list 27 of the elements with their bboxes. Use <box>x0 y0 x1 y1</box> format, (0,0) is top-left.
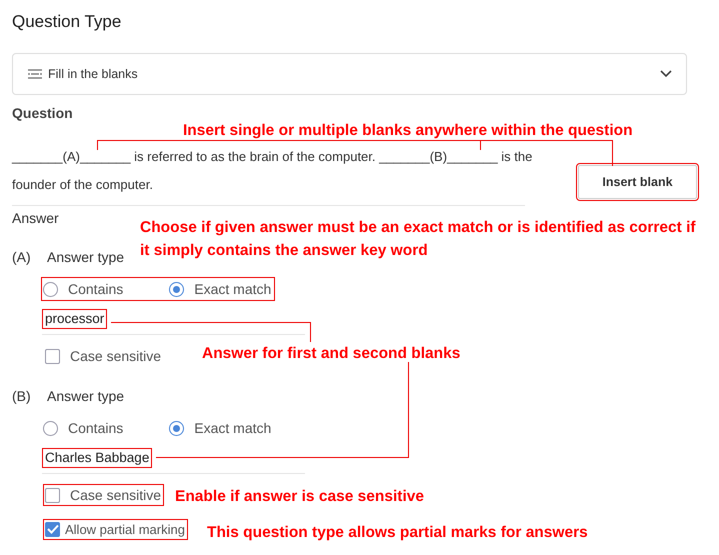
case-sensitive-checkbox[interactable]: Case sensitive <box>43 484 164 506</box>
question-type-dropdown[interactable]: Fill in the blanks <box>12 53 687 95</box>
answer-type-radio[interactable]: Contains <box>43 420 124 436</box>
checkmark-icon <box>46 524 58 534</box>
annotation-text: This question type allows partial marks for answers <box>207 523 588 543</box>
chevron-down-icon <box>660 70 672 78</box>
annotation-text: Answer for first and second blanks <box>202 344 460 364</box>
answer-field[interactable]: processor <box>42 309 108 329</box>
answer-type-radio[interactable]: Exact match <box>169 420 272 436</box>
case-sensitive-checkbox[interactable]: Case sensitive <box>43 345 164 367</box>
annotation-text: Choose if given answer must be an exact match or is identified as correct if it simply contains the answer key word <box>140 218 697 261</box>
fill-blank-icon <box>28 69 42 79</box>
answer-type-radio[interactable]: Contains <box>43 281 124 297</box>
annotation-text: Enable if answer is case sensitive <box>175 487 424 507</box>
answer-label: Answer <box>12 209 59 228</box>
answer-type-label: Answer type <box>47 387 124 406</box>
answer-type-radio[interactable]: Exact match <box>169 281 272 297</box>
annotation-text: Insert single or multiple blanks anywhere within the question <box>183 121 633 141</box>
blank-label: (A) <box>12 248 32 267</box>
insert-blank-button[interactable]: Insert blank <box>578 165 697 199</box>
answer-type-label: Answer type <box>47 248 124 267</box>
section-title: Question Type <box>12 11 122 33</box>
answer-field[interactable]: Charles Babbage <box>42 448 152 468</box>
question-label: Question <box>12 104 74 123</box>
partial-marking-checkbox[interactable]: Allow partial marking <box>43 518 188 540</box>
blank-label: (B) <box>12 387 32 406</box>
question-text[interactable]: _______(A)_______ is referred to as the brain of the computer. _______(B)_______ is the founder of the computer. <box>12 143 578 199</box>
